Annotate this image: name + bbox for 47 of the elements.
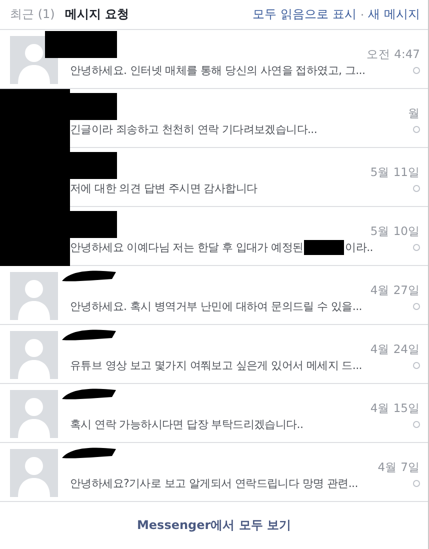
message-row[interactable]: 5월 11일 저에 대한 의견 답변 주시면 감사합니다 (0, 148, 428, 207)
avatar-icon (10, 390, 58, 438)
mark-read-icon[interactable] (413, 67, 420, 74)
see-all-link[interactable]: Messenger에서 모두 보기 (136, 517, 292, 534)
redaction-mark (60, 446, 118, 460)
mark-read-icon[interactable] (413, 421, 420, 428)
message-preview: 안녕하세요. 혹시 병역거부 난민에 대하여 문의드릴 수 있을... (70, 299, 362, 314)
timestamp: 월 (408, 106, 420, 121)
mark-read-icon[interactable] (413, 185, 420, 192)
new-message-link[interactable]: 새 메시지 (368, 6, 420, 23)
message-preview: 긴글이라 죄송하고 천천히 연락 기다려보겠습니다... (70, 122, 318, 137)
message-preview: 혹시 연락 가능하시다면 답장 부탁드리겠습니다.. (70, 417, 304, 432)
mark-read-icon[interactable] (413, 244, 420, 251)
redaction-mark (60, 269, 118, 283)
message-preview: 안녕하세요. 인터넷 매체를 통해 당신의 사연을 접하였고, 그... (70, 63, 366, 78)
message-preview: 안녕하세요 이예다님 저는 한달 후 입대가 예정된 이라.. (70, 240, 373, 255)
mark-read-icon[interactable] (413, 362, 420, 369)
message-row[interactable]: 월 긴글이라 죄송하고 천천히 연락 기다려보겠습니다... (0, 89, 428, 148)
message-row[interactable]: 4월 24일 유튜브 영상 보고 몇가지 여쭤보고 싶은게 있어서 메세지 드... (0, 325, 428, 384)
timestamp: 5월 10일 (370, 224, 420, 239)
avatar-icon (10, 272, 58, 320)
redaction-mark (304, 240, 344, 255)
timestamp: 4월 27일 (370, 283, 420, 298)
timestamp: 4월 15일 (370, 401, 420, 416)
mark-read-icon[interactable] (413, 126, 420, 133)
redaction-mark (45, 31, 117, 58)
message-preview: 안녕하세요?기사로 보고 알게되서 연락드립니다 망명 관련... (70, 476, 358, 491)
redaction-mark (60, 328, 118, 342)
message-row[interactable]: 오전 4:47 안녕하세요. 인터넷 매체를 통해 당신의 사연을 접하였고, 그... (0, 30, 428, 89)
separator: · (360, 8, 364, 22)
mark-read-icon[interactable] (413, 480, 420, 487)
redaction-mark (60, 387, 118, 401)
message-row[interactable]: 5월 10일 안녕하세요 이예다님 저는 한달 후 입대가 예정된 이라.. (0, 207, 428, 266)
timestamp: 오전 4:47 (366, 47, 420, 62)
message-row[interactable]: 4월 27일 안녕하세요. 혹시 병역거부 난민에 대하여 문의드릴 수 있을... (0, 266, 428, 325)
timestamp: 4월 7일 (378, 460, 420, 475)
message-row[interactable]: 4월 15일 혹시 연락 가능하시다면 답장 부탁드리겠습니다.. (0, 384, 428, 443)
mark-all-read-link[interactable]: 모두 읽음으로 표시 (252, 6, 356, 23)
message-row[interactable]: 4월 7일 안녕하세요?기사로 보고 알게되서 연락드립니다 망명 관련... (0, 443, 428, 502)
timestamp: 4월 24일 (370, 342, 420, 357)
avatar-icon (10, 449, 58, 497)
avatar-icon (10, 331, 58, 379)
message-preview: 저에 대한 의견 답변 주시면 감사합니다 (70, 181, 258, 196)
tab[interactable]: 메시지 요청 (64, 6, 129, 23)
mark-read-icon[interactable] (413, 303, 420, 310)
message-preview: 유튜브 영상 보고 몇가지 여쭤보고 싶은게 있어서 메세지 드... (70, 358, 362, 373)
timestamp: 5월 11일 (370, 165, 420, 180)
